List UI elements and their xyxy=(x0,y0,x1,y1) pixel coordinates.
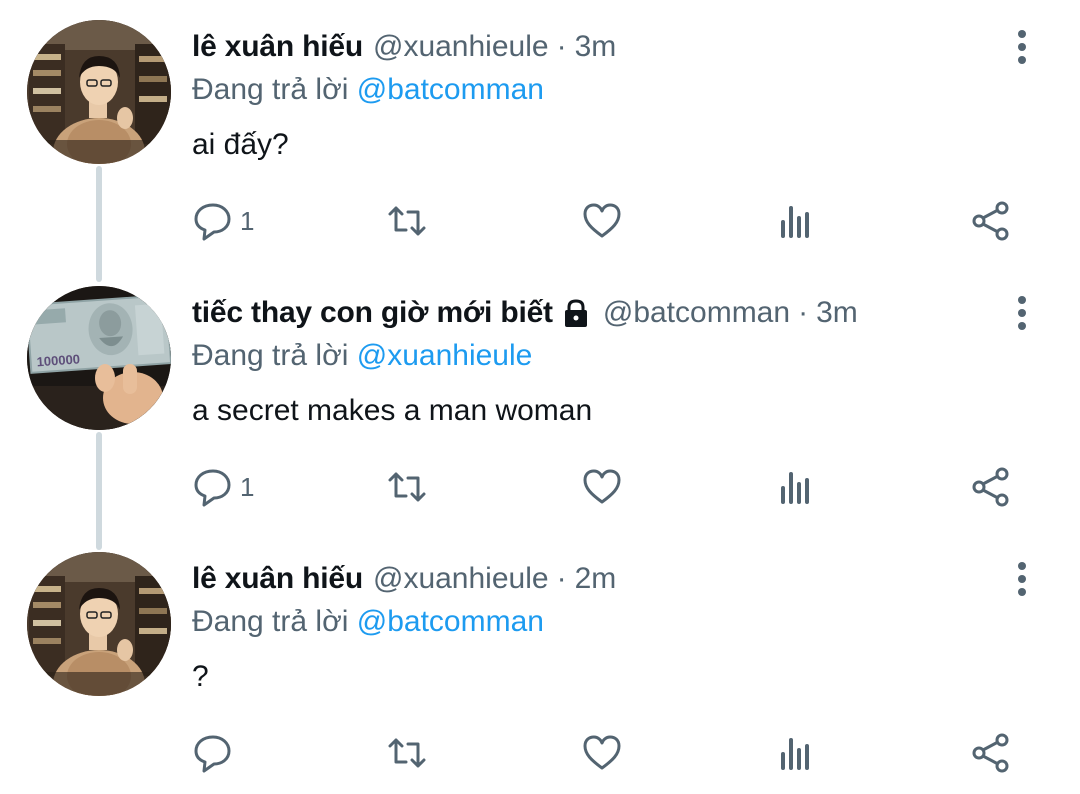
mention-link[interactable]: @batcomman xyxy=(357,73,544,106)
view-stats-button[interactable] xyxy=(775,728,817,778)
mention-link[interactable]: @batcomman xyxy=(357,605,544,638)
tweet-thread: lê xuân hiếu @xuanhieule · 3m Đang trả l… xyxy=(0,0,1080,794)
share-icon xyxy=(972,201,1009,241)
like-button[interactable] xyxy=(581,462,623,512)
mention-link[interactable]: @xuanhieule xyxy=(357,339,533,372)
timestamp[interactable]: 3m xyxy=(575,28,617,66)
retweet-icon xyxy=(388,206,426,236)
more-options-button[interactable] xyxy=(1004,559,1040,599)
svg-text:100000: 100000 xyxy=(36,351,80,369)
bar-chart-icon xyxy=(781,206,809,238)
person-photo xyxy=(27,552,171,696)
replying-to: Đang trả lời @batcomman xyxy=(192,71,544,109)
tweet-text: ai đấy? xyxy=(192,128,289,161)
replying-to: Đang trả lời @batcomman xyxy=(192,603,544,641)
speech-bubble-icon xyxy=(194,203,231,241)
timestamp[interactable]: 3m xyxy=(816,294,858,332)
user-handle[interactable]: @batcomman xyxy=(603,294,790,332)
retweet-button[interactable] xyxy=(386,196,428,246)
replying-to-label: Đang trả lời xyxy=(192,73,349,106)
tweet-actions xyxy=(0,728,1080,778)
heart-icon xyxy=(583,203,621,238)
tweet[interactable]: 100000 tiếc thay con giờ mới biết @batco… xyxy=(0,266,1080,532)
view-stats-button[interactable] xyxy=(775,462,817,512)
tweet[interactable]: lê xuân hiếu @xuanhieule · 2m Đang trả l… xyxy=(0,532,1080,794)
display-name[interactable]: tiếc thay con giờ mới biết xyxy=(192,294,553,332)
replying-to: Đang trả lời @xuanhieule xyxy=(192,337,532,375)
share-button[interactable] xyxy=(970,462,1012,512)
reply-button[interactable] xyxy=(192,728,240,778)
user-handle[interactable]: @xuanhieule xyxy=(373,28,549,66)
tweet-actions: 1 xyxy=(0,462,1080,512)
tweet-text: a secret makes a man woman xyxy=(192,394,593,427)
tweet[interactable]: lê xuân hiếu @xuanhieule · 3m Đang trả l… xyxy=(0,0,1080,266)
bar-chart-icon xyxy=(781,472,809,504)
lock-icon xyxy=(561,298,591,328)
tweet-text: ? xyxy=(192,660,209,693)
reply-count: 1 xyxy=(240,205,255,236)
retweet-icon xyxy=(388,472,426,502)
banknote-photo: 100000 xyxy=(27,286,171,430)
more-options-button[interactable] xyxy=(1004,293,1040,333)
tweet-header: lê xuân hiếu @xuanhieule · 2m xyxy=(192,559,616,599)
like-button[interactable] xyxy=(581,196,623,246)
share-button[interactable] xyxy=(970,728,1012,778)
tweet-actions: 1 xyxy=(0,196,1080,246)
reply-count: 1 xyxy=(240,471,255,502)
separator-dot: · xyxy=(556,30,567,63)
tweet-header: lê xuân hiếu @xuanhieule · 3m xyxy=(192,27,616,67)
reply-button[interactable]: 1 xyxy=(192,196,254,246)
view-stats-button[interactable] xyxy=(775,196,817,246)
heart-icon xyxy=(583,735,621,770)
heart-icon xyxy=(583,469,621,504)
retweet-icon xyxy=(388,738,426,768)
person-photo xyxy=(27,20,171,164)
display-name[interactable]: lê xuân hiếu xyxy=(192,560,363,598)
separator-dot: · xyxy=(556,562,567,595)
share-icon xyxy=(972,733,1009,773)
more-options-button[interactable] xyxy=(1004,27,1040,67)
tweet-header: tiếc thay con giờ mới biết @batcomman · … xyxy=(192,293,858,333)
like-button[interactable] xyxy=(581,728,623,778)
vertical-dots-icon xyxy=(1018,296,1026,330)
vertical-dots-icon xyxy=(1018,30,1026,64)
vertical-dots-icon xyxy=(1018,562,1026,596)
avatar[interactable] xyxy=(27,20,171,164)
avatar[interactable] xyxy=(27,552,171,696)
speech-bubble-icon xyxy=(194,469,231,507)
share-button[interactable] xyxy=(970,196,1012,246)
display-name[interactable]: lê xuân hiếu xyxy=(192,28,363,66)
avatar[interactable]: 100000 xyxy=(27,286,171,430)
replying-to-label: Đang trả lời xyxy=(192,339,349,372)
retweet-button[interactable] xyxy=(386,728,428,778)
replying-to-label: Đang trả lời xyxy=(192,605,349,638)
timestamp[interactable]: 2m xyxy=(575,560,617,598)
speech-bubble-icon xyxy=(194,735,231,773)
separator-dot: · xyxy=(798,296,809,329)
retweet-button[interactable] xyxy=(386,462,428,512)
share-icon xyxy=(972,467,1009,507)
bar-chart-icon xyxy=(781,738,809,770)
reply-button[interactable]: 1 xyxy=(192,462,254,512)
user-handle[interactable]: @xuanhieule xyxy=(373,560,549,598)
